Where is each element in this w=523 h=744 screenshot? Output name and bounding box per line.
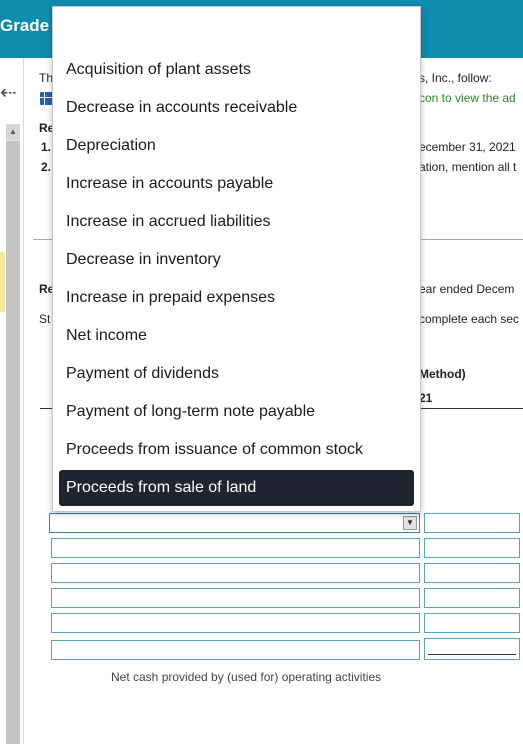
requirement-1-tail: ecember 31, 2021	[419, 140, 516, 154]
dropdown-option[interactable]: Payment of dividends	[59, 356, 414, 392]
net-cash-operating-label: Net cash provided by (used for) operatin…	[111, 670, 382, 684]
scrollbar-thumb[interactable]	[6, 141, 20, 744]
dropdown-option[interactable]: Payment of long-term note payable	[59, 394, 414, 430]
view-link-tail[interactable]: con to view the ad	[419, 91, 516, 105]
line-item-field[interactable]	[51, 563, 420, 583]
amount-input[interactable]	[424, 513, 520, 533]
statement-year-tail: 21	[419, 391, 433, 405]
back-arrow-icon[interactable]: ⇠	[0, 80, 17, 105]
instruction-tail: complete each sec	[419, 312, 520, 326]
dropdown-option[interactable]: Decrease in inventory	[59, 242, 414, 278]
statement-method-tail: Method)	[419, 367, 466, 381]
dropdown-option[interactable]: Acquisition of plant assets	[59, 52, 414, 88]
amount-input[interactable]	[424, 588, 520, 608]
amount-input[interactable]	[424, 613, 520, 633]
instruction-fragment: St	[39, 312, 51, 326]
subtotal-underline	[428, 654, 516, 655]
intro-text-fragment: Th	[39, 71, 54, 85]
amount-input[interactable]	[424, 538, 520, 558]
line-item-field[interactable]	[51, 538, 420, 558]
line-item-field[interactable]	[51, 640, 420, 660]
dropdown-option[interactable]: Depreciation	[59, 128, 414, 164]
dropdown-option-selected[interactable]: Proceeds from sale of land	[59, 470, 414, 506]
amount-input[interactable]	[424, 563, 520, 583]
line-item-select[interactable]: ▼	[49, 513, 420, 533]
scroll-up-icon[interactable]: ▲	[6, 124, 20, 140]
requirement-2-tail: ation, mention all t	[419, 160, 517, 174]
dropdown-option[interactable]: Decrease in accounts receivable	[59, 90, 414, 126]
subtotal-input[interactable]	[424, 638, 520, 660]
dropdown-option[interactable]: Increase in accounts payable	[59, 166, 414, 202]
line-item-field[interactable]	[51, 588, 420, 608]
header-title: Grade	[0, 16, 50, 35]
dropdown-option[interactable]: Net income	[59, 318, 414, 354]
dropdown-option[interactable]: Increase in prepaid expenses	[59, 280, 414, 316]
line-item-dropdown-list[interactable]: Acquisition of plant assets Decrease in …	[52, 6, 421, 512]
intro-text-tail: s, Inc., follow:	[419, 71, 492, 85]
line-item-field[interactable]	[51, 613, 420, 633]
section-heading-tail: ear ended Decem	[419, 282, 515, 296]
dropdown-option[interactable]: Proceeds from issuance of common stock	[59, 432, 414, 468]
requirement-2-number: 2.	[41, 160, 52, 174]
caret-down-icon[interactable]: ▼	[403, 516, 417, 530]
requirement-1-number: 1.	[41, 140, 52, 154]
dropdown-option[interactable]: Increase in accrued liabilities	[59, 204, 414, 240]
side-tab-marker	[0, 252, 5, 312]
